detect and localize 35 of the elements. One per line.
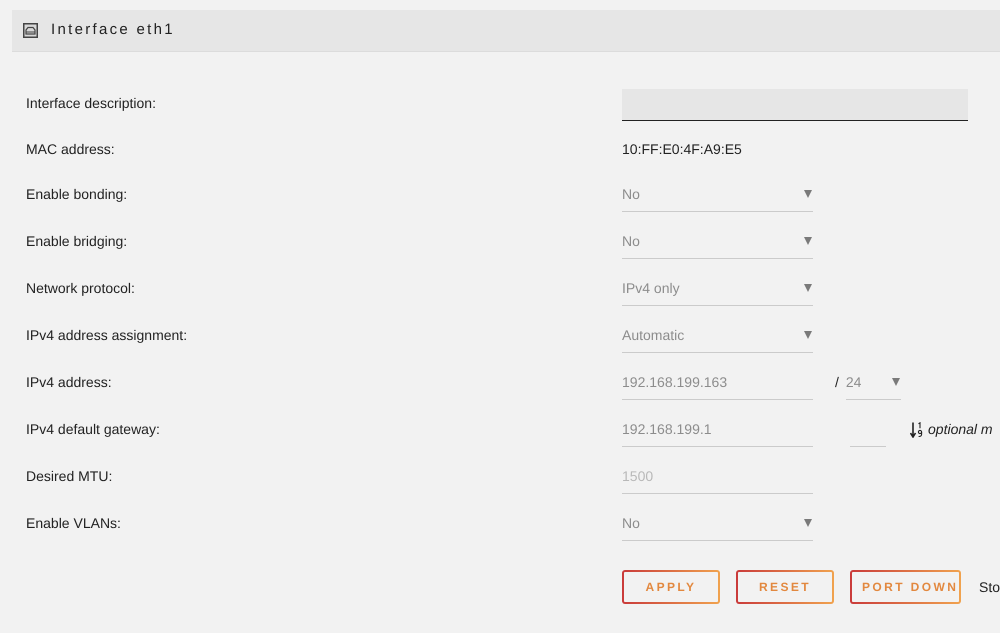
- network-port-icon: [23, 23, 38, 38]
- select-field[interactable]: IPv4 only: [622, 272, 813, 306]
- field-label: MAC address:: [26, 140, 115, 156]
- select-field[interactable]: No: [622, 506, 813, 540]
- select-field[interactable]: 24: [846, 366, 901, 400]
- select-field[interactable]: Automatic: [622, 318, 813, 352]
- action-button[interactable]: APPLY: [622, 570, 720, 604]
- status-text: Sto: [978, 578, 1000, 596]
- dropdown-arrow-icon: [804, 284, 812, 292]
- action-button[interactable]: PORT DOWN: [850, 570, 961, 604]
- field-label: Enable bridging:: [26, 233, 128, 249]
- field-label: Interface description:: [26, 95, 156, 111]
- action-button[interactable]: RESET: [736, 570, 834, 604]
- dropdown-arrow-icon: [804, 519, 812, 527]
- sort-down-icon: [910, 422, 923, 438]
- hint-text: optional m: [928, 420, 993, 439]
- separator-text: /: [835, 373, 839, 392]
- select-field[interactable]: No: [622, 178, 813, 212]
- input-field[interactable]: 192.168.199.1: [622, 412, 813, 446]
- field-label: IPv4 address:: [26, 374, 112, 390]
- dropdown-arrow-icon: [804, 190, 812, 198]
- dropdown-arrow-icon: [804, 237, 812, 245]
- field-value: 10:FF:E0:4F:A9:E5: [622, 140, 742, 158]
- dropdown-arrow-icon: [892, 378, 900, 386]
- field-label: Enable VLANs:: [26, 515, 121, 531]
- field-label: Desired MTU:: [26, 468, 112, 484]
- panel-title: Interface eth1: [51, 20, 175, 40]
- field-label: IPv4 address assignment:: [26, 327, 188, 343]
- field-label: Enable bonding:: [26, 186, 128, 202]
- field-label: IPv4 default gateway:: [26, 421, 160, 437]
- input-field[interactable]: 192.168.199.163: [622, 366, 813, 400]
- select-field[interactable]: No: [622, 224, 813, 258]
- input-field[interactable]: [622, 89, 968, 121]
- dropdown-arrow-icon: [804, 331, 812, 339]
- field-label: Network protocol:: [26, 280, 135, 296]
